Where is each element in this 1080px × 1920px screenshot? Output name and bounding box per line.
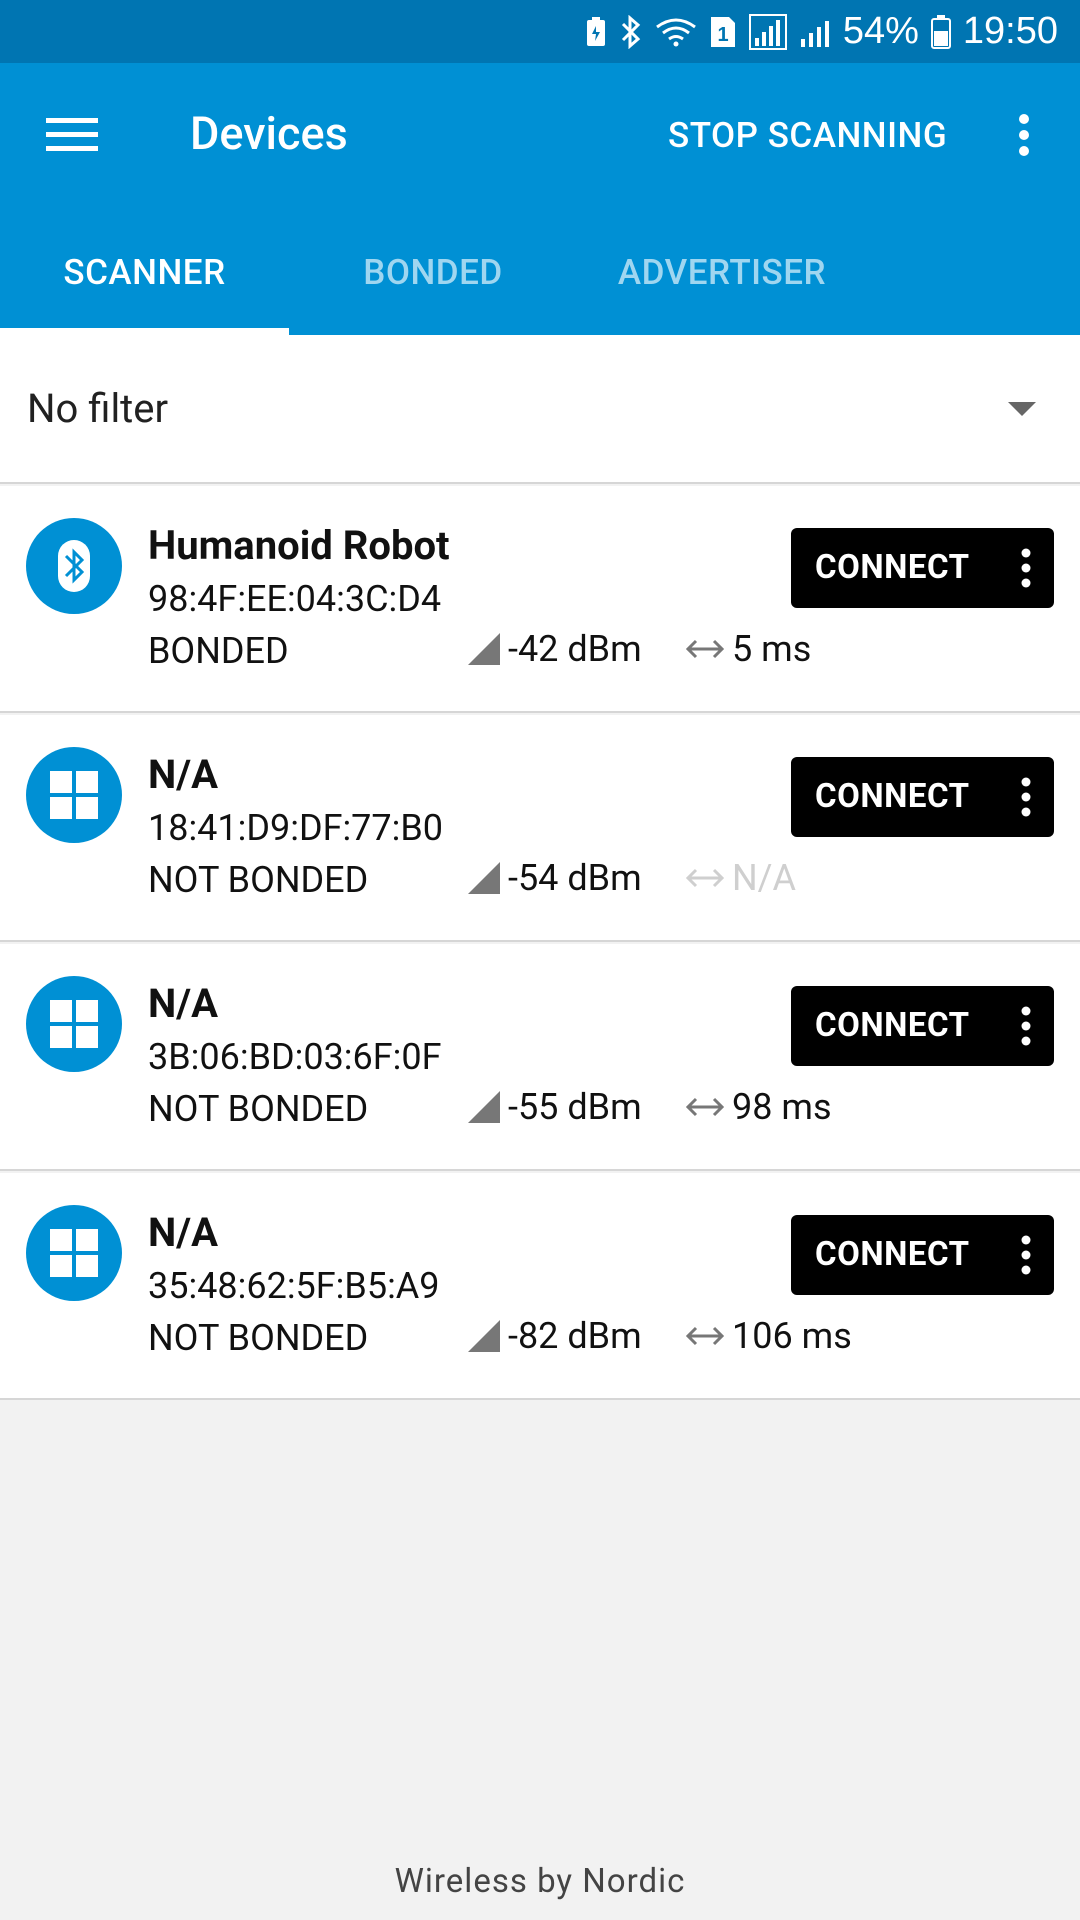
battery-icon [930,14,951,49]
interval-arrows-icon [685,1326,725,1346]
interval: 5 ms [684,626,811,672]
app-bar: Devices STOP SCANNING SCANNER BONDED ADV… [0,63,1080,335]
connect-label: CONNECT [815,777,970,816]
interval: N/A [684,855,796,901]
hamburger-menu-icon[interactable] [36,99,108,171]
connect-button[interactable]: CONNECT [791,1215,1054,1295]
more-vertical-icon[interactable] [1018,773,1034,821]
tab-bar: SCANNER BONDED ADVERTISER [0,209,1080,335]
interval-value: 5 ms [732,628,812,670]
device-item[interactable]: N/A 18:41:D9:DF:77:B0 NOT BONDED -54 dBm… [0,715,1080,942]
battery-percent: 54% [842,10,919,52]
toolbar: Devices STOP SCANNING [0,63,1080,209]
interval-value: N/A [732,857,797,899]
rssi: -55 dBm [466,1084,642,1130]
interval-arrows-icon [685,639,725,659]
connect-label: CONNECT [815,1235,970,1274]
screen: 1 54% 19:50 Devices STOP SCANNING SCANNE… [0,0,1080,1920]
interval-value: 106 ms [732,1315,852,1357]
interval-value: 98 ms [732,1086,832,1128]
tab-advertiser[interactable]: ADVERTISER [577,209,867,335]
connect-label: CONNECT [815,1006,970,1045]
signal-strength-icon [468,633,500,665]
tab-scanner[interactable]: SCANNER [0,209,289,335]
footer-branding: Wireless by Nordic [394,1862,686,1901]
signal-icon [799,17,831,47]
filter-dropdown[interactable]: No filter [0,335,1080,484]
device-name: N/A [148,1209,218,1256]
device-address: 3B:06:BD:03:6F:0F [148,1036,442,1078]
windows-icon [26,976,122,1072]
signal-strength-icon [468,862,500,894]
device-name: Humanoid Robot [148,522,450,569]
bond-state: BONDED [148,630,289,672]
bluetooth-icon [619,14,643,49]
more-vertical-icon[interactable] [1000,99,1048,171]
sim-icon: 1 [709,15,737,49]
signal-strength-icon [468,1091,500,1123]
connect-button[interactable]: CONNECT [791,757,1054,837]
device-address: 18:41:D9:DF:77:B0 [148,807,444,849]
wifi-icon [655,17,697,47]
windows-icon [26,747,122,843]
rssi-value: -42 dBm [508,628,642,670]
rssi-value: -55 dBm [508,1086,642,1128]
signal-strength-icon [468,1320,500,1352]
connect-button[interactable]: CONNECT [791,528,1054,608]
bond-state: NOT BONDED [148,1088,369,1130]
bond-state: NOT BONDED [148,859,369,901]
more-vertical-icon[interactable] [1018,1002,1034,1050]
page-title: Devices [190,107,348,160]
dropdown-arrow-icon [1008,402,1036,416]
connect-label: CONNECT [815,548,970,587]
signal-icon [748,13,787,50]
interval: 98 ms [684,1084,832,1130]
interval-arrows-icon [685,1097,725,1117]
device-name: N/A [148,751,218,798]
rssi: -82 dBm [466,1313,642,1359]
interval-arrows-icon [685,868,725,888]
device-item[interactable]: N/A 3B:06:BD:03:6F:0F NOT BONDED -55 dBm… [0,944,1080,1171]
rssi-value: -54 dBm [508,857,642,899]
device-address: 35:48:62:5F:B5:A9 [148,1265,440,1307]
sim-badge-text: 1 [717,24,728,46]
connect-button[interactable]: CONNECT [791,986,1054,1066]
tab-indicator [0,328,289,335]
device-address: 98:4F:EE:04:3C:D4 [148,578,442,620]
status-bar: 1 54% 19:50 [0,0,1080,63]
more-vertical-icon[interactable] [1018,1231,1034,1279]
tab-bonded[interactable]: BONDED [289,209,577,335]
clock: 19:50 [962,10,1058,52]
rssi: -42 dBm [466,626,642,672]
stop-scanning-button[interactable]: STOP SCANNING [668,115,947,156]
filter-label: No filter [27,385,169,432]
rssi-value: -82 dBm [508,1315,642,1357]
windows-icon [26,1205,122,1301]
interval: 106 ms [684,1313,852,1359]
bond-state: NOT BONDED [148,1317,369,1359]
device-name: N/A [148,980,218,1027]
device-item[interactable]: Humanoid Robot 98:4F:EE:04:3C:D4 BONDED … [0,486,1080,713]
device-item[interactable]: N/A 35:48:62:5F:B5:A9 NOT BONDED -82 dBm… [0,1173,1080,1400]
rssi: -54 dBm [466,855,642,901]
battery-saver-icon [585,16,607,48]
more-vertical-icon[interactable] [1018,544,1034,592]
bluetooth-icon [26,518,122,614]
